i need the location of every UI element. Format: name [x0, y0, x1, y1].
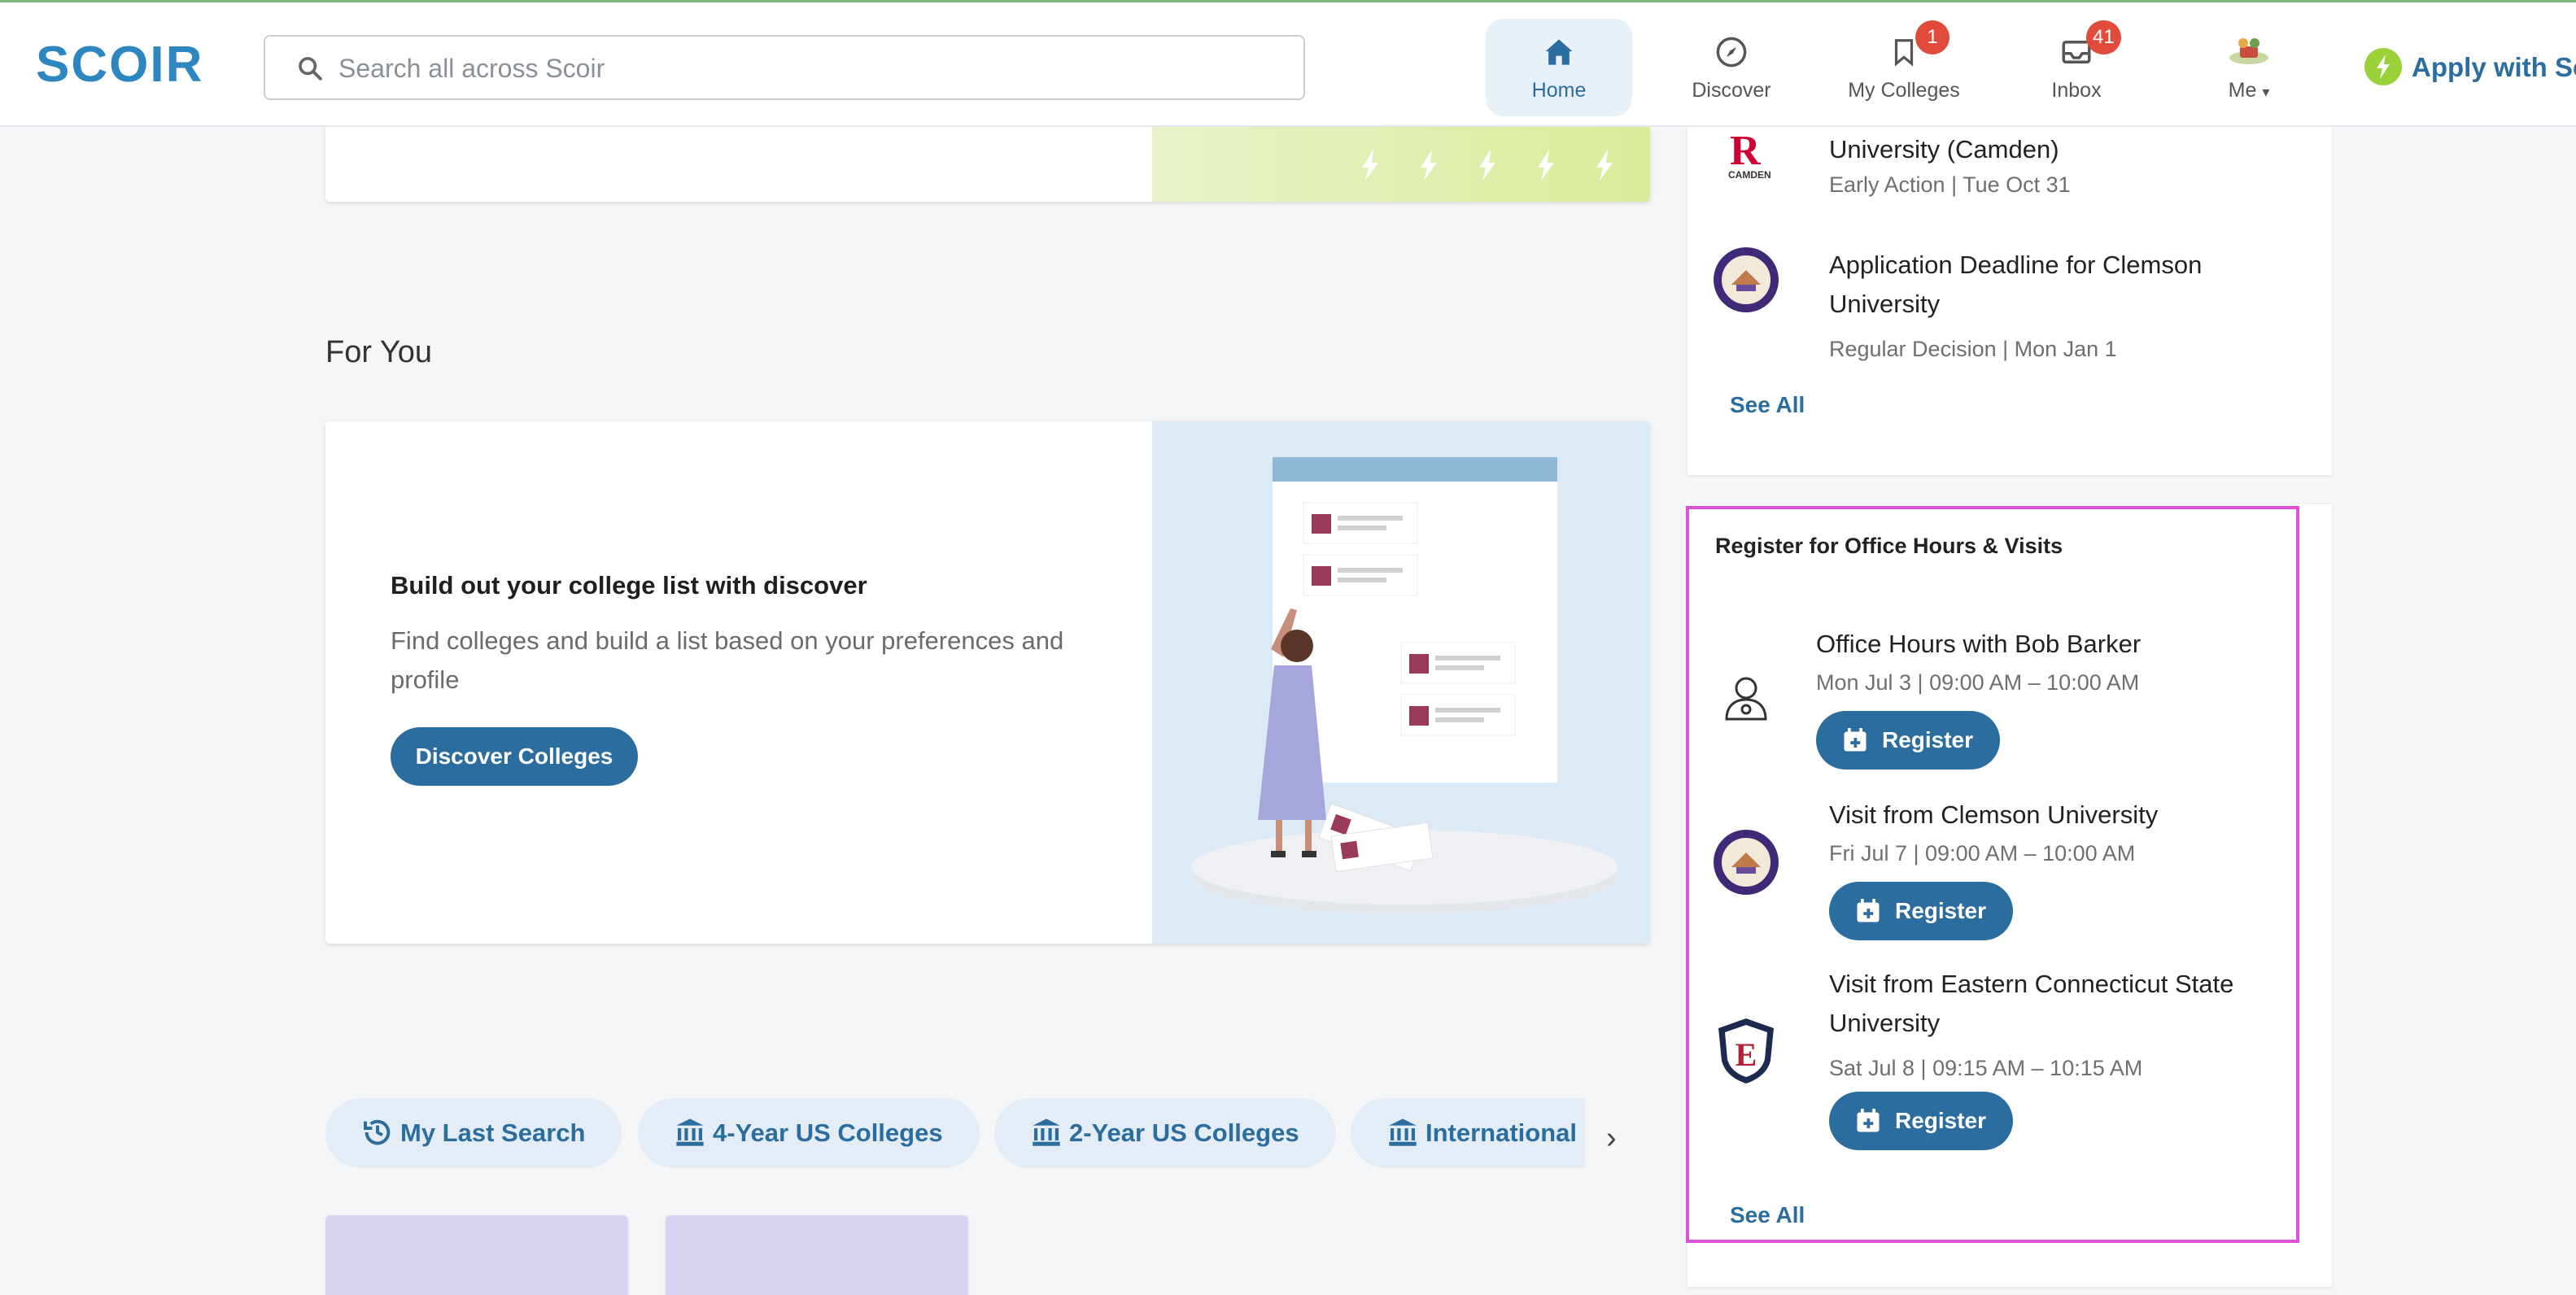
- college-tile-1[interactable]: [325, 1215, 628, 1295]
- my-colleges-badge: 1: [1915, 20, 1949, 55]
- visit-subtitle: Fri Jul 7 | 09:00 AM – 10:00 AM: [1829, 841, 2136, 866]
- visits-card-title: Register for Office Hours & Visits: [1715, 534, 2063, 558]
- calendar-add-icon: [1857, 1109, 1880, 1132]
- chevron-down-icon: ▾: [2262, 84, 2270, 100]
- deadline-title-line2: University: [1829, 290, 1941, 318]
- chip-my-last-search[interactable]: My Last Search: [325, 1098, 622, 1168]
- inbox-badge: 41: [2086, 20, 2121, 55]
- deadline-title-line1: Application Deadline for Clemson: [1829, 251, 2203, 279]
- college-list-illustration: [1152, 421, 1650, 944]
- eastern-ct-logo-letter: E: [1736, 1036, 1757, 1073]
- nav-me-text: Me: [2228, 79, 2257, 102]
- visit-title-line2: University: [1829, 1009, 1941, 1037]
- eastern-ct-shield-logo: E: [1718, 1018, 1774, 1084]
- institution-icon: [1389, 1118, 1417, 1146]
- visit-item: Office Hours with Bob Barker Mon Jul 3 |…: [1712, 625, 2281, 779]
- visit-subtitle: Mon Jul 3 | 09:00 AM – 10:00 AM: [1816, 670, 2140, 695]
- rutgers-logo-caption: CAMDEN: [1728, 169, 1771, 181]
- deadlines-see-all-link[interactable]: See All: [1730, 392, 1805, 418]
- lightning-pattern-icon: [1362, 150, 1613, 181]
- calendar-add-icon: [1857, 899, 1880, 922]
- nav-me-label: Me ▾: [2176, 79, 2322, 102]
- clemson-seal-logo: [1714, 247, 1779, 312]
- person-icon: [1725, 677, 1767, 721]
- visit-title: Office Hours with Bob Barker: [1816, 630, 2142, 658]
- nav-inbox[interactable]: 41 Inbox: [2003, 19, 2150, 116]
- deadline-title: University (Camden): [1829, 135, 2059, 164]
- apply-with-scoir-link[interactable]: Apply with Scoir: [2364, 45, 2576, 90]
- search-chips-row: My Last Search 4-Year US Colleges 2-Year…: [325, 1098, 1627, 1170]
- discover-card-description: Find colleges and build a list based on …: [391, 626, 1064, 694]
- visit-subtitle: Sat Jul 8 | 09:15 AM – 10:15 AM: [1829, 1056, 2143, 1080]
- lightning-icon: [2364, 48, 2402, 86]
- nav-me[interactable]: Me ▾: [2176, 19, 2322, 116]
- discover-promo-card: Build out your college list with discove…: [325, 421, 1650, 944]
- chips-scroll-right-icon[interactable]: ›: [1606, 1121, 1617, 1156]
- register-button[interactable]: Register: [1816, 711, 2000, 770]
- clemson-seal-logo: [1714, 830, 1779, 895]
- for-you-heading: For You: [325, 335, 432, 369]
- nav-inbox-label: Inbox: [2051, 79, 2102, 102]
- home-icon: [1545, 39, 1573, 65]
- discover-colleges-button[interactable]: Discover Colleges: [391, 727, 638, 786]
- chip-international[interactable]: International: [1351, 1098, 1585, 1168]
- college-tile-2[interactable]: [666, 1215, 968, 1295]
- calendar-add-icon: [1844, 728, 1867, 752]
- visit-title-line1: Visit from Eastern Connecticut State: [1829, 970, 2234, 998]
- apply-label: Apply with Scoir: [2412, 52, 2576, 82]
- search-input[interactable]: [338, 46, 1282, 90]
- search-icon: [299, 57, 322, 81]
- visits-see-all-link[interactable]: See All: [1730, 1202, 1805, 1228]
- institution-icon: [1033, 1118, 1060, 1146]
- visit-item: Visit from Clemson University Fri Jul 7 …: [1712, 796, 2281, 950]
- nav-home-label: Home: [1531, 79, 1587, 102]
- register-label: Register: [1894, 898, 1987, 923]
- nav-my-colleges-label: My Colleges: [1848, 79, 1960, 102]
- nav-my-colleges[interactable]: 1 My Colleges: [1831, 19, 1977, 116]
- deadline-subtitle: Regular Decision | Mon Jan 1: [1829, 337, 2117, 361]
- promo-card-banner: [1152, 127, 1650, 202]
- chip-4-year-us-colleges[interactable]: 4-Year US Colleges: [638, 1098, 980, 1168]
- discover-card-heading: Build out your college list with discove…: [391, 571, 867, 600]
- nav-discover[interactable]: Discover: [1658, 19, 1805, 116]
- search-box[interactable]: [264, 35, 1305, 100]
- visit-title: Visit from Clemson University: [1829, 800, 2159, 829]
- institution-icon: [676, 1118, 704, 1146]
- register-label: Register: [1881, 727, 1974, 752]
- nav-discover-label: Discover: [1692, 79, 1771, 102]
- rutgers-camden-logo: R CAMDEN: [1712, 127, 1780, 195]
- chip-label: 2-Year US Colleges: [1069, 1118, 1299, 1147]
- register-label: Register: [1894, 1108, 1987, 1133]
- history-icon: [364, 1119, 391, 1145]
- register-button[interactable]: Register: [1829, 1092, 2013, 1150]
- chip-label: International: [1426, 1118, 1578, 1147]
- register-button[interactable]: Register: [1829, 882, 2013, 940]
- chip-overflow-clip: International: [1351, 1098, 1585, 1168]
- rutgers-logo-letter: R: [1730, 128, 1761, 174]
- promo-card-top: [325, 127, 1650, 202]
- chip-label: 4-Year US Colleges: [713, 1118, 943, 1147]
- compass-icon: [1716, 37, 1747, 68]
- visit-item: E Visit from Eastern Connecticut State U…: [1712, 965, 2281, 1152]
- top-navigation-bar: SCOIR Home Discover 1 My Colleges: [0, 0, 2576, 127]
- deadline-subtitle: Early Action | Tue Oct 31: [1829, 172, 2071, 197]
- office-hours-visits-card: Register for Office Hours & Visits Offic…: [1687, 504, 2332, 1287]
- nav-home[interactable]: Home: [1486, 19, 1632, 116]
- scoir-logo[interactable]: SCOIR: [36, 40, 203, 90]
- chip-label: My Last Search: [400, 1118, 586, 1147]
- chip-2-year-us-colleges[interactable]: 2-Year US Colleges: [994, 1098, 1336, 1168]
- deadlines-card: R CAMDEN University (Camden) Early Actio…: [1687, 127, 2332, 475]
- avatar-icon: [2229, 38, 2268, 64]
